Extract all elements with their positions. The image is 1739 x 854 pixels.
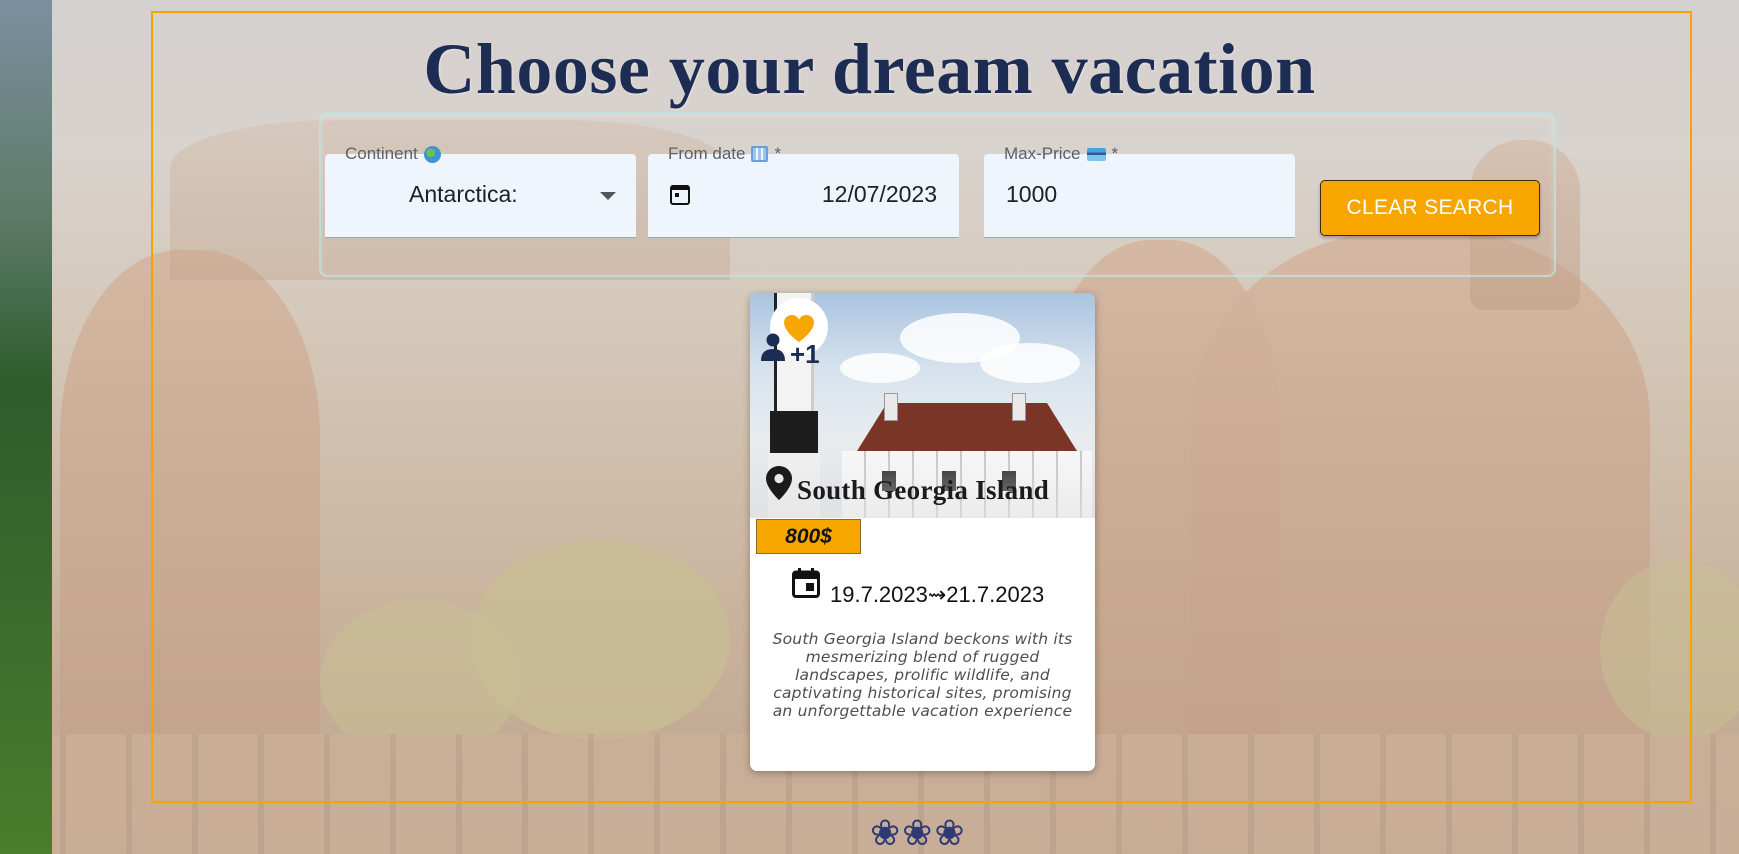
- calendar-icon: [792, 568, 820, 598]
- max-price-field[interactable]: Max-Price * 1000: [984, 144, 1295, 238]
- destination-name: South Georgia Island: [797, 475, 1050, 505]
- dropdown-arrow-icon[interactable]: [600, 192, 616, 200]
- from-date-label: From date *: [668, 144, 782, 163]
- max-price-label: Max-Price *: [1004, 144, 1119, 163]
- date-picker-icon[interactable]: [670, 185, 690, 205]
- continent-select[interactable]: Continent Antarctica:: [325, 144, 636, 238]
- from-date-field[interactable]: From date * 12/07/2023: [648, 144, 959, 238]
- person-icon: [761, 333, 785, 361]
- trip-dates: 19.7.2023⇝21.7.2023: [830, 582, 1045, 607]
- page-title: Choose your dream vacation: [423, 29, 1316, 109]
- calendar-icon: [751, 146, 769, 162]
- decorative-flowers: ❀❀❀: [870, 812, 967, 853]
- continent-label: Continent: [345, 144, 441, 164]
- clear-search-button[interactable]: Clear Search: [1320, 180, 1540, 236]
- location-pin-icon: [766, 466, 792, 500]
- continent-value: Antarctica:: [409, 181, 518, 207]
- from-date-value: 12/07/2023: [821, 181, 937, 207]
- price-tag: 800$: [756, 519, 861, 554]
- max-price-value: 1000: [1006, 181, 1058, 207]
- globe-icon: [423, 145, 441, 163]
- trip-description: South Georgia Island beckons with its me…: [772, 629, 1073, 720]
- credit-card-icon: [1086, 147, 1106, 161]
- likes-count: +1: [790, 339, 820, 369]
